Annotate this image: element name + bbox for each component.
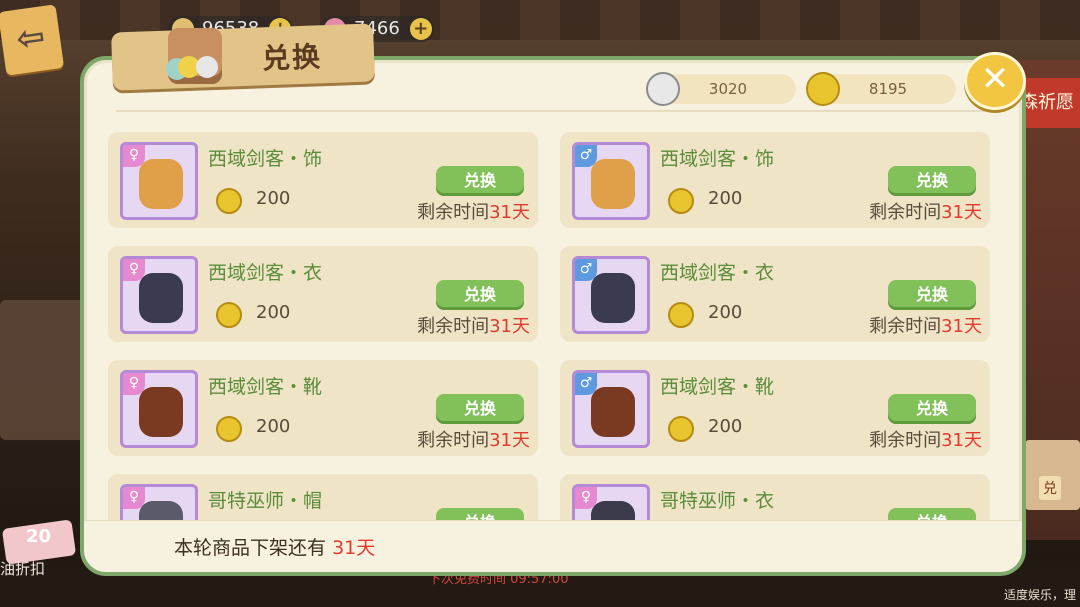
remaining-time: 剩余时间31天	[869, 312, 982, 338]
clothing-item-icon	[591, 273, 635, 323]
item-card: ♂ 西域剑客・饰 200 兑换 剩余时间31天	[560, 132, 990, 228]
exchange-button[interactable]: 兑换	[888, 166, 976, 196]
remaining-label: 剩余时间	[869, 316, 942, 337]
panel-divider	[116, 110, 990, 112]
gold-coin-icon	[668, 416, 694, 442]
item-name: 西域剑客・靴	[660, 376, 775, 398]
remaining-label: 剩余时间	[417, 430, 490, 451]
remaining-label: 剩余时间	[417, 202, 490, 223]
discount-badge[interactable]: 20 油折扣	[0, 519, 80, 580]
clothing-item-icon	[139, 159, 183, 209]
item-price: 200	[708, 302, 743, 323]
remaining-time: 剩余时间31天	[417, 312, 530, 338]
item-thumbnail[interactable]: ♂	[572, 370, 650, 448]
item-card: ♀ 西域剑客・衣 200 兑换 剩余时间31天	[108, 246, 538, 342]
discount-label: 油折扣	[0, 560, 46, 578]
ball-white-icon	[196, 56, 218, 78]
close-button[interactable]: ✕	[964, 52, 1026, 110]
item-name: 西域剑客・饰	[208, 148, 323, 170]
item-card: ♀ 西域剑客・靴 200 兑换 剩余时间31天	[108, 360, 538, 456]
remaining-time: 剩余时间31天	[417, 426, 530, 452]
exchange-panel: ♀ 西域剑客・饰 200 兑换 剩余时间31天 ♂ 西域剑客・饰 200 兑换 剩余时间31天 ♀ 西…	[80, 56, 1026, 576]
item-card: ♂ 西域剑客・衣 200 兑换 剩余时间31天	[560, 246, 990, 342]
item-name: 西域剑客・衣	[660, 262, 775, 284]
silver-currency: 3020	[646, 72, 796, 106]
remaining-days: 31天	[489, 202, 530, 223]
item-name: 哥特巫师・帽	[208, 490, 323, 512]
item-name: 西域剑客・饰	[660, 148, 775, 170]
item-name: 西域剑客・衣	[208, 262, 323, 284]
item-card: ♀ 西域剑客・饰 200 兑换 剩余时间31天	[108, 132, 538, 228]
clothing-item-icon	[139, 387, 183, 437]
footer-days: 31天	[332, 537, 376, 559]
silver-coin-icon	[646, 72, 680, 106]
gold-coin-icon	[216, 416, 242, 442]
gold-coin-icon	[216, 302, 242, 328]
left-shelf	[0, 300, 90, 440]
item-price: 200	[256, 416, 291, 437]
footer-info: 本轮商品下架还有 31天	[84, 520, 1022, 572]
item-card: ♂ 西域剑客・靴 200 兑换 剩余时间31天	[560, 360, 990, 456]
remaining-time: 剩余时间31天	[417, 198, 530, 224]
item-thumbnail[interactable]: ♀	[120, 370, 198, 448]
silver-value: 3020	[708, 80, 748, 98]
exchange-button[interactable]: 兑换	[436, 394, 524, 424]
remaining-time: 剩余时间31天	[869, 198, 982, 224]
remaining-label: 剩余时间	[417, 316, 490, 337]
item-thumbnail[interactable]: ♀	[120, 256, 198, 334]
back-button[interactable]: ⇦	[0, 4, 65, 76]
exchange-button[interactable]: 兑换	[888, 280, 976, 310]
add-currency-2-button[interactable]: +	[409, 18, 432, 40]
remaining-label: 剩余时间	[869, 202, 942, 223]
age-notice: 适度娱乐，理	[1003, 588, 1076, 602]
clothing-item-icon	[139, 273, 183, 323]
exchange-button[interactable]: 兑换	[436, 280, 524, 310]
item-name: 哥特巫师・衣	[660, 490, 775, 512]
gold-currency: 8195	[806, 72, 956, 106]
remaining-days: 31天	[489, 430, 530, 451]
remaining-days: 31天	[941, 202, 982, 223]
discount-number: 20	[26, 526, 52, 547]
remaining-label: 剩余时间	[869, 430, 942, 451]
footer-text: 本轮商品下架还有 31天	[174, 533, 375, 560]
remaining-days: 31天	[489, 316, 530, 337]
title-board: 兑换	[111, 23, 375, 91]
remaining-days: 31天	[941, 430, 982, 451]
item-thumbnail[interactable]: ♂	[572, 256, 650, 334]
remaining-days: 31天	[941, 316, 982, 337]
panel-title: 兑换	[261, 40, 323, 76]
exchange-side-box[interactable]: 兑	[1025, 440, 1080, 510]
item-name: 西域剑客・靴	[208, 376, 323, 398]
gold-coin-icon	[806, 72, 840, 106]
item-price: 200	[708, 188, 743, 209]
gold-value: 8195	[868, 80, 908, 98]
item-thumbnail[interactable]: ♀	[120, 142, 198, 220]
clothing-item-icon	[591, 159, 635, 209]
item-price: 200	[708, 416, 743, 437]
exchange-side-label: 兑	[1039, 476, 1061, 500]
footer-prefix: 本轮商品下架还有	[174, 537, 327, 559]
item-thumbnail[interactable]: ♂	[572, 142, 650, 220]
item-price: 200	[256, 188, 291, 209]
gold-coin-icon	[216, 188, 242, 214]
gold-coin-icon	[668, 302, 694, 328]
clothing-item-icon	[591, 387, 635, 437]
exchange-button[interactable]: 兑换	[436, 166, 524, 196]
gold-coin-icon	[668, 188, 694, 214]
exchange-button[interactable]: 兑换	[888, 394, 976, 424]
wish-banner-label: 森祈愿	[1020, 92, 1074, 113]
item-price: 200	[256, 302, 291, 323]
close-icon: ✕	[980, 59, 1010, 99]
back-arrow-icon: ⇦	[13, 16, 48, 60]
remaining-time: 剩余时间31天	[869, 426, 982, 452]
